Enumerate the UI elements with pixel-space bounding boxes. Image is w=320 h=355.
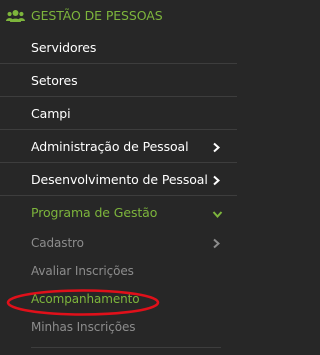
menu-item-label: Campi [31,105,71,121]
menu-item-servidores[interactable]: Servidores [0,31,237,64]
menu-divider [31,347,221,348]
chevron-right-icon [212,141,221,152]
menu-item-label: Administração de Pessoal [31,138,189,154]
users-icon [6,9,25,23]
chevron-right-icon [212,238,221,249]
section-title: GESTÃO DE PESSOAS [31,8,163,23]
submenu-item-label: Acompanhamento [31,292,140,306]
chevron-down-icon [212,207,223,219]
menu-item-label: Setores [31,72,78,88]
menu-item-label: Servidores [31,39,97,55]
menu-item-programa-de-gestao[interactable]: Programa de Gestão [0,196,237,229]
section-header[interactable]: GESTÃO DE PESSOAS [0,0,237,31]
menu-item-label: Programa de Gestão [31,205,158,220]
submenu-item-label: Minhas Inscrições [31,320,136,334]
submenu-item-cadastro[interactable]: Cadastro [0,229,237,257]
menu-item-setores[interactable]: Setores [0,64,237,97]
submenu-item-label: Cadastro [31,236,84,250]
menu-item-administracao-de-pessoal[interactable]: Administração de Pessoal [0,130,237,163]
menu-item-label: Desenvolvimento de Pessoal [31,171,208,187]
sidebar-menu: Servidores Setores Campi Administração d… [0,31,237,348]
chevron-right-icon [212,174,221,185]
menu-item-desenvolvimento-de-pessoal[interactable]: Desenvolvimento de Pessoal [0,163,237,196]
submenu-item-acompanhamento[interactable]: Acompanhamento [0,285,237,313]
submenu-item-avaliar-inscricoes[interactable]: Avaliar Inscrições [0,257,237,285]
submenu-item-minhas-inscricoes[interactable]: Minhas Inscrições [0,313,237,341]
menu-item-campi[interactable]: Campi [0,97,237,130]
submenu-item-label: Avaliar Inscrições [31,264,134,278]
